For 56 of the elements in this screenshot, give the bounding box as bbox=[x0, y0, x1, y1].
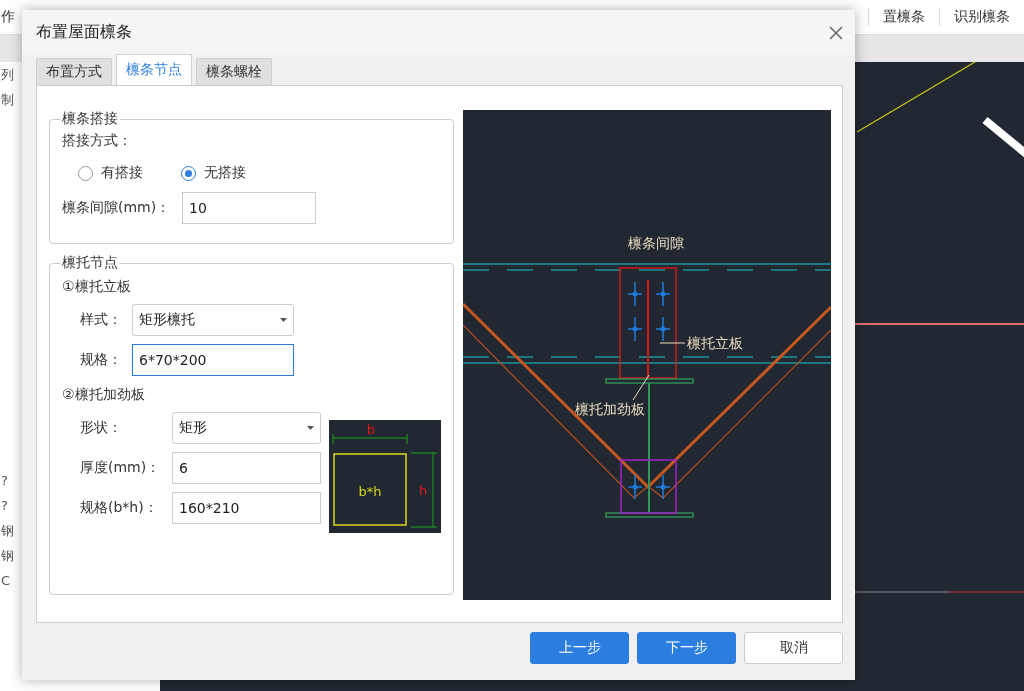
bolt-icon bbox=[627, 281, 643, 307]
toolbar-item[interactable]: 置檩条 bbox=[868, 8, 939, 26]
leader-line bbox=[659, 342, 686, 344]
dimension-label: b bbox=[366, 422, 376, 437]
dialog-button[interactable]: 取消 bbox=[744, 632, 843, 664]
text-field[interactable]: 10 bbox=[182, 192, 316, 224]
field-label: 形状： bbox=[80, 419, 123, 437]
text-field[interactable]: 160*210 bbox=[172, 492, 321, 524]
field-label: 檩条间隙(mm)： bbox=[62, 199, 172, 217]
panel-text: 制 bbox=[1, 91, 14, 109]
group-title: 檩托节点 bbox=[60, 254, 120, 272]
panel-text: ? bbox=[1, 497, 8, 515]
radio-icon[interactable] bbox=[181, 165, 196, 181]
toolbar-item[interactable]: 识别檩条 bbox=[939, 8, 1024, 26]
gusset-outline bbox=[620, 459, 677, 514]
tab[interactable]: 布置方式 bbox=[36, 58, 112, 85]
field-label: 搭接方式： bbox=[62, 132, 132, 148]
caret-icon bbox=[307, 426, 314, 430]
panel-text: ? bbox=[1, 472, 8, 490]
dropdown[interactable]: 矩形檩托 bbox=[132, 304, 294, 336]
diagram-label: 檩托加劲板 bbox=[575, 401, 645, 417]
field-label: 规格(b*h)： bbox=[80, 499, 159, 517]
close-icon[interactable] bbox=[829, 25, 843, 40]
dropdown[interactable]: 矩形 bbox=[172, 412, 321, 444]
text-field[interactable]: 6*70*200 bbox=[132, 344, 294, 376]
dialog-button[interactable]: 上一步 bbox=[530, 632, 629, 664]
panel-text: 列 bbox=[1, 66, 14, 84]
diagram-label: 檩条间隙 bbox=[628, 235, 684, 251]
bolt-icon bbox=[655, 281, 671, 307]
leader-line bbox=[632, 374, 650, 401]
field-label: 样式： bbox=[80, 311, 123, 329]
diagram-label: 檩托立板 bbox=[687, 335, 743, 351]
bolt-icon bbox=[655, 316, 671, 342]
tab[interactable]: 檩条螺栓 bbox=[196, 58, 272, 85]
radio-icon[interactable] bbox=[78, 165, 93, 181]
section-heading: ①檩托立板 bbox=[62, 278, 131, 294]
group-title: 檩条搭接 bbox=[60, 110, 120, 128]
bolt-icon bbox=[627, 316, 643, 342]
section-heading: ②檩托加劲板 bbox=[62, 386, 145, 402]
toolbar-item[interactable]: 作 bbox=[0, 8, 23, 26]
radio-option[interactable]: 无搭接 bbox=[181, 164, 246, 182]
dialog-button[interactable]: 下一步 bbox=[637, 632, 736, 664]
dialog-title: 布置屋面檩条 bbox=[36, 22, 132, 43]
radio-option[interactable]: 有搭接 bbox=[78, 164, 143, 182]
field-label: 规格： bbox=[80, 351, 123, 369]
panel-text: 钢 bbox=[1, 547, 14, 565]
plate-label: b*h bbox=[358, 484, 382, 499]
panel-text: 钢 bbox=[1, 522, 14, 540]
panel-text: C bbox=[1, 572, 11, 590]
dimension-label: h bbox=[418, 483, 428, 498]
tab[interactable]: 檩条节点 bbox=[116, 54, 192, 85]
text-field[interactable]: 6 bbox=[172, 452, 321, 484]
bolt-icon bbox=[627, 474, 643, 500]
bolt-icon bbox=[655, 474, 671, 500]
field-label: 厚度(mm)： bbox=[80, 459, 162, 477]
caret-icon bbox=[280, 318, 287, 322]
